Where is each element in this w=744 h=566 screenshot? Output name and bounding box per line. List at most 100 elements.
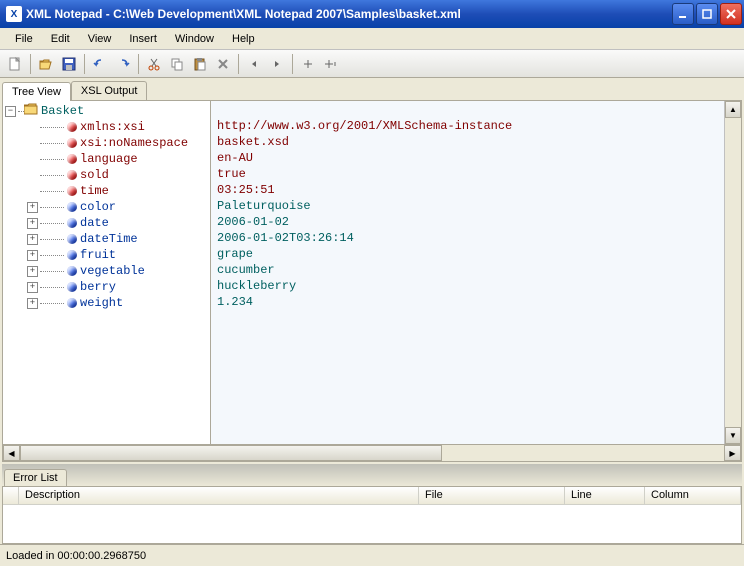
tree-row[interactable]: xmlns:xsi — [3, 119, 210, 135]
window-title: XML Notepad - C:\Web Development\XML Not… — [26, 7, 672, 21]
tab-xsl-output[interactable]: XSL Output — [71, 81, 147, 100]
tree-node-element[interactable]: berry — [80, 280, 116, 294]
attribute-icon — [67, 186, 77, 196]
toolbar — [0, 50, 744, 78]
attribute-icon — [67, 122, 77, 132]
attribute-icon — [67, 138, 77, 148]
nudge-left-icon[interactable] — [243, 53, 265, 75]
separator — [84, 54, 85, 74]
tree-row[interactable]: + date — [3, 215, 210, 231]
insert-sibling-icon[interactable] — [297, 53, 319, 75]
tree-row[interactable]: + weight — [3, 295, 210, 311]
open-icon[interactable] — [35, 53, 57, 75]
value-cell[interactable]: en-AU — [217, 151, 724, 167]
h-scroll-track[interactable] — [20, 445, 724, 461]
separator — [30, 54, 31, 74]
tree-node-attribute[interactable]: xsi:noNamespace — [80, 136, 188, 150]
error-list-header: Description File Line Column — [3, 487, 741, 505]
tree-row[interactable]: + fruit — [3, 247, 210, 263]
element-icon — [67, 266, 77, 276]
tree-node-attribute[interactable]: xmlns:xsi — [80, 120, 145, 134]
tree-row[interactable]: + vegetable — [3, 263, 210, 279]
separator — [138, 54, 139, 74]
value-cell[interactable]: http://www.w3.org/2001/XMLSchema-instanc… — [217, 119, 724, 135]
menu-edit[interactable]: Edit — [42, 31, 79, 47]
scroll-down-icon[interactable]: ▼ — [725, 427, 741, 444]
collapse-icon[interactable]: − — [5, 106, 16, 117]
value-cell[interactable]: true — [217, 167, 724, 183]
tree-node-element[interactable]: color — [80, 200, 116, 214]
menu-view[interactable]: View — [79, 31, 121, 47]
maximize-button[interactable] — [696, 3, 718, 25]
error-col-icon[interactable] — [3, 487, 19, 504]
copy-icon[interactable] — [166, 53, 188, 75]
attribute-icon — [67, 170, 77, 180]
tree-node-element[interactable]: date — [80, 216, 109, 230]
paste-icon[interactable] — [189, 53, 211, 75]
tab-tree-view[interactable]: Tree View — [2, 82, 71, 101]
tree-node-attribute[interactable]: time — [80, 184, 109, 198]
scroll-up-icon[interactable]: ▲ — [725, 101, 741, 118]
error-col-line[interactable]: Line — [565, 487, 645, 504]
cut-icon[interactable] — [143, 53, 165, 75]
value-cell[interactable]: Paleturquoise — [217, 199, 724, 215]
expand-icon[interactable]: + — [27, 282, 38, 293]
tree-node-element[interactable]: dateTime — [80, 232, 138, 246]
save-icon[interactable] — [58, 53, 80, 75]
tree-row[interactable]: sold — [3, 167, 210, 183]
value-cell[interactable]: huckleberry — [217, 279, 724, 295]
error-col-column[interactable]: Column — [645, 487, 741, 504]
vertical-scrollbar[interactable]: ▲ ▼ — [724, 101, 741, 444]
horizontal-scrollbar[interactable]: ◀ ▶ — [2, 445, 742, 462]
expand-icon[interactable]: + — [27, 250, 38, 261]
error-col-description[interactable]: Description — [19, 487, 419, 504]
value-cell[interactable]: basket.xsd — [217, 135, 724, 151]
work-area: − Basket xmlns:xsi xsi:noNamespace language s… — [2, 100, 742, 445]
value-cell[interactable]: 03:25:51 — [217, 183, 724, 199]
tree-node-element[interactable]: fruit — [80, 248, 116, 262]
value-cell[interactable]: 1.234 — [217, 295, 724, 311]
h-scroll-thumb[interactable] — [20, 445, 442, 461]
scroll-right-icon[interactable]: ▶ — [724, 445, 741, 461]
tree-node-root[interactable]: Basket — [41, 104, 84, 118]
tab-error-list[interactable]: Error List — [4, 469, 67, 486]
tree-row[interactable]: xsi:noNamespace — [3, 135, 210, 151]
scroll-track[interactable] — [725, 118, 741, 427]
menu-help[interactable]: Help — [223, 31, 264, 47]
value-cell[interactable]: grape — [217, 247, 724, 263]
scroll-left-icon[interactable]: ◀ — [3, 445, 20, 461]
expand-icon[interactable]: + — [27, 298, 38, 309]
tree-node-attribute[interactable]: language — [80, 152, 138, 166]
redo-icon[interactable] — [112, 53, 134, 75]
value-cell[interactable]: cucumber — [217, 263, 724, 279]
new-icon[interactable] — [4, 53, 26, 75]
tree-row[interactable]: + color — [3, 199, 210, 215]
delete-icon[interactable] — [212, 53, 234, 75]
menu-window[interactable]: Window — [166, 31, 223, 47]
expand-icon[interactable]: + — [27, 234, 38, 245]
tree-row[interactable]: language — [3, 151, 210, 167]
insert-child-icon[interactable] — [320, 53, 342, 75]
expand-icon[interactable]: + — [27, 218, 38, 229]
tree-pane[interactable]: − Basket xmlns:xsi xsi:noNamespace language s… — [3, 101, 211, 444]
tree-row[interactable]: + berry — [3, 279, 210, 295]
minimize-button[interactable] — [672, 3, 694, 25]
element-icon — [67, 218, 77, 228]
menu-file[interactable]: File — [6, 31, 42, 47]
undo-icon[interactable] — [89, 53, 111, 75]
tree-row[interactable]: time — [3, 183, 210, 199]
tree-node-element[interactable]: weight — [80, 296, 123, 310]
values-pane[interactable]: http://www.w3.org/2001/XMLSchema-instanc… — [211, 101, 724, 444]
tree-node-element[interactable]: vegetable — [80, 264, 145, 278]
expand-icon[interactable]: + — [27, 266, 38, 277]
nudge-right-icon[interactable] — [266, 53, 288, 75]
menu-insert[interactable]: Insert — [120, 31, 166, 47]
error-col-file[interactable]: File — [419, 487, 565, 504]
close-button[interactable] — [720, 3, 742, 25]
error-list[interactable]: Description File Line Column — [2, 486, 742, 544]
value-cell[interactable]: 2006-01-02 — [217, 215, 724, 231]
tree-row[interactable]: + dateTime — [3, 231, 210, 247]
value-cell[interactable]: 2006-01-02T03:26:14 — [217, 231, 724, 247]
tree-node-attribute[interactable]: sold — [80, 168, 109, 182]
expand-icon[interactable]: + — [27, 202, 38, 213]
